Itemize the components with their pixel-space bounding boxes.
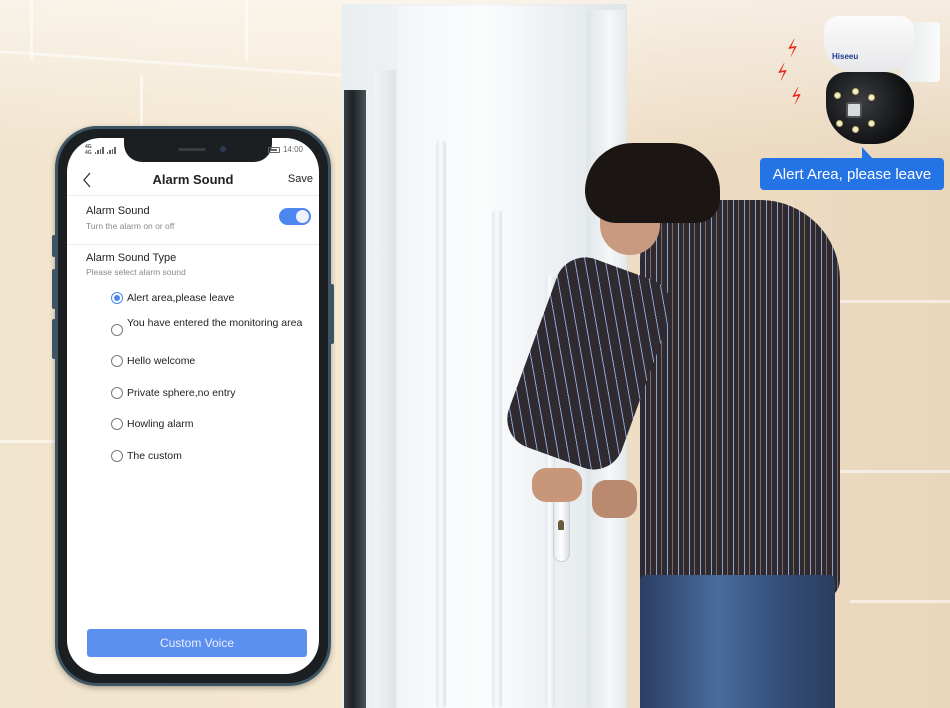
- phone-power-button: [330, 284, 334, 344]
- keyhole-icon: [558, 520, 564, 530]
- battery-icon: [267, 146, 280, 153]
- door-side-window: [344, 90, 370, 708]
- camera-led: [834, 92, 841, 99]
- save-button[interactable]: Save: [288, 173, 313, 185]
- wall-mortar-line: [0, 440, 60, 443]
- camera-brand-logo: Hiseeu: [832, 52, 859, 61]
- page-title: Alarm Sound: [152, 172, 234, 187]
- wall-mortar-line: [140, 75, 143, 130]
- status-bar-left: 4G 4G: [85, 144, 116, 156]
- sound-option-custom[interactable]: The custom: [111, 450, 311, 463]
- section-divider: [67, 244, 319, 245]
- phone-mockup: 4G 4G 14:00 Alarm Sound Save Alarm Sound…: [52, 126, 334, 686]
- radio-button[interactable]: [111, 324, 123, 336]
- security-camera-body: [824, 16, 914, 72]
- radio-button[interactable]: [111, 418, 123, 430]
- status-bar-right: 14:00: [267, 145, 303, 154]
- phone-screen: 4G 4G 14:00 Alarm Sound Save Alarm Sound…: [67, 138, 319, 674]
- sound-option-alert-area[interactable]: Alert area,please leave: [111, 292, 311, 305]
- radio-button[interactable]: [111, 355, 123, 367]
- phone-side-button: [52, 235, 56, 257]
- radio-button-selected[interactable]: [111, 292, 123, 304]
- wall-mortar-line: [840, 470, 950, 473]
- radio-button[interactable]: [111, 387, 123, 399]
- phone-volume-button: [52, 269, 56, 309]
- alert-callout: Alert Area, please leave: [760, 158, 944, 190]
- security-camera-head: [826, 72, 914, 144]
- phone-volume-button: [52, 319, 56, 359]
- door-groove: [436, 140, 446, 708]
- signal-icon: [94, 146, 104, 154]
- alarm-sound-type-label: Alarm Sound Type: [86, 252, 177, 264]
- wall-mortar-line: [850, 600, 950, 603]
- wall-mortar-line: [30, 0, 33, 60]
- alarm-sound-label: Alarm Sound: [86, 205, 150, 217]
- person-shirt: [640, 200, 840, 600]
- sound-option-entered-monitoring-area[interactable]: You have entered the monitoring area: [111, 317, 311, 336]
- door-groove: [492, 210, 502, 708]
- nav-bar: Alarm Sound Save: [67, 164, 319, 196]
- camera-lens-icon: [846, 102, 862, 118]
- wall-mortar-line: [245, 0, 248, 60]
- person-hand: [532, 468, 582, 502]
- sound-option-private-sphere[interactable]: Private sphere,no entry: [111, 387, 311, 400]
- custom-voice-button[interactable]: Custom Voice: [87, 629, 307, 657]
- alarm-sound-toggle[interactable]: [279, 208, 311, 225]
- wall-mortar-line: [830, 300, 950, 303]
- alarm-sound-description: Turn the alarm on or off: [86, 221, 175, 231]
- signal-icon: [106, 146, 116, 154]
- status-time: 14:00: [282, 145, 303, 154]
- person-hair: [585, 143, 720, 223]
- door-trim: [374, 70, 396, 708]
- person-hand: [592, 480, 637, 518]
- speaker-grille: [178, 148, 206, 151]
- camera-led: [868, 94, 875, 101]
- camera-led: [836, 120, 843, 127]
- alarm-sound-type-description: Please select alarm sound: [86, 267, 186, 277]
- toggle-knob: [296, 210, 309, 223]
- camera-led: [852, 126, 859, 133]
- person-jeans: [640, 575, 835, 708]
- camera-led: [868, 120, 875, 127]
- radio-button[interactable]: [111, 450, 123, 462]
- sound-option-hello-welcome[interactable]: Hello welcome: [111, 355, 311, 368]
- camera-led: [852, 88, 859, 95]
- network-type-indicator: 4G 4G: [85, 144, 92, 156]
- phone-notch: [124, 138, 272, 162]
- front-camera-icon: [220, 146, 226, 152]
- sound-option-howling-alarm[interactable]: Howling alarm: [111, 418, 311, 431]
